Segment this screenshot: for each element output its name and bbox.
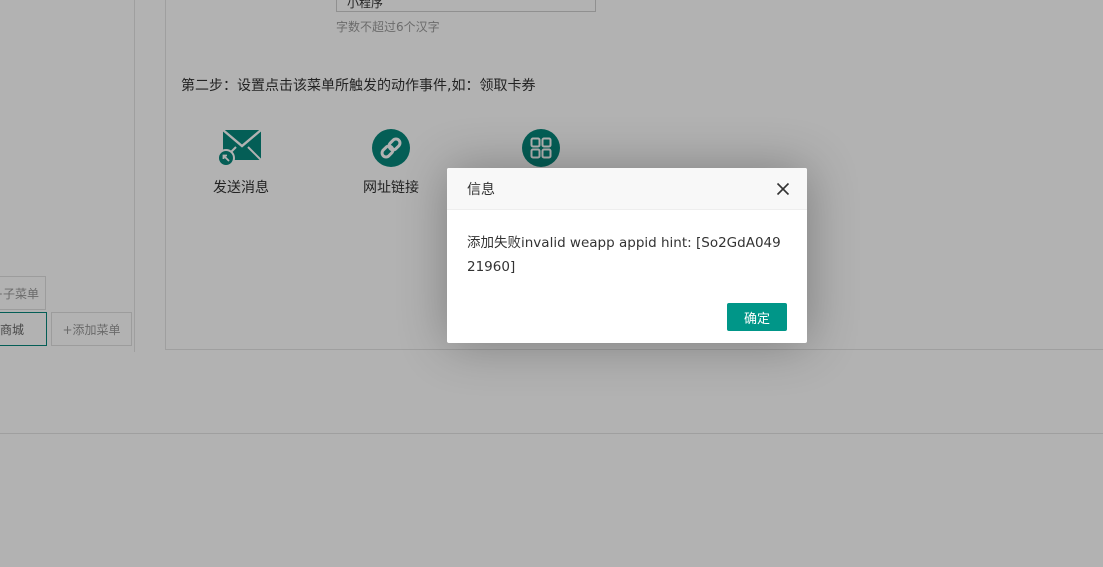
confirm-button[interactable]: 确定 [727,303,787,331]
dialog-message: 添加失败invalid weapp appid hint: [So2GdA049… [467,235,781,275]
dialog-title: 信息 [467,181,495,198]
page: 小程序 字数不超过6个汉字 第二步：设置点击该菜单所触发的动作事件,如：领取卡券… [0,0,1103,567]
info-dialog: 信息 添加失败invalid weapp appid hint: [So2GdA… [447,168,807,343]
dialog-footer: 确定 [727,303,787,331]
close-icon[interactable] [775,181,791,197]
dialog-header: 信息 [447,168,807,210]
